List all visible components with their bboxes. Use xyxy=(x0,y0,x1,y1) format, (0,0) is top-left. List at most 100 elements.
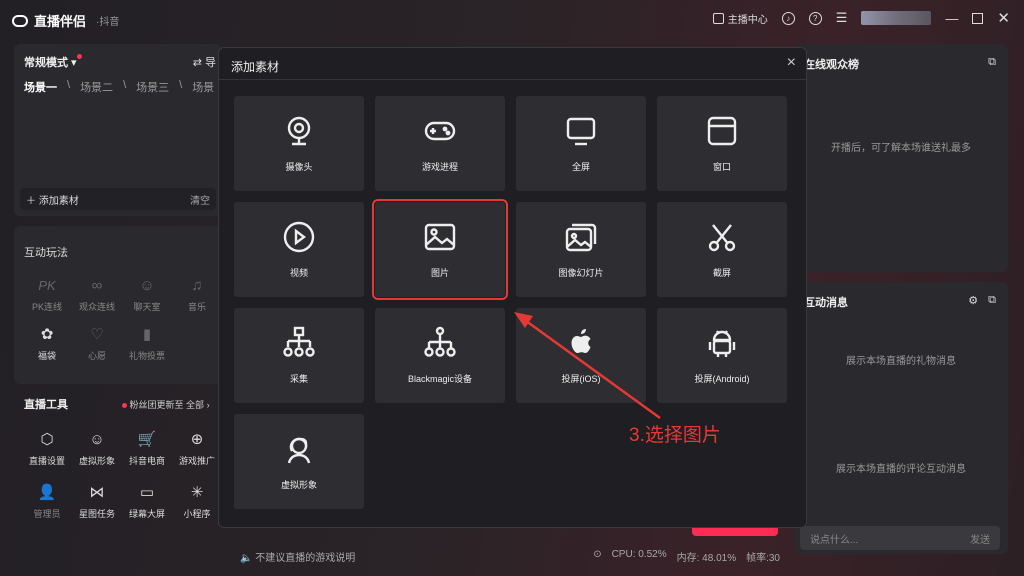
annotation-text: 3.选择图片 xyxy=(629,425,721,446)
close-window-icon[interactable]: ✕ xyxy=(997,9,1010,27)
interact-title: 互动玩法 xyxy=(24,247,68,259)
live-settings-item[interactable]: ⬡ 直播设置 xyxy=(22,428,72,467)
ecommerce-item[interactable]: 🛒 抖音电商 xyxy=(122,428,172,467)
music-icon: ♫ xyxy=(191,276,203,294)
minimize-icon[interactable]: — xyxy=(945,11,958,26)
mini-program-label: 小程序 xyxy=(183,509,211,519)
admin-item[interactable]: 👤 管理员 xyxy=(22,481,72,520)
music-item[interactable]: ♫ 音乐 xyxy=(172,274,222,313)
green-screen-item[interactable]: ▭ 绿幕大屏 xyxy=(122,481,172,520)
image-icon xyxy=(424,223,456,251)
window-icon xyxy=(707,116,737,146)
tile-android-cast[interactable]: 投屏(Android) xyxy=(657,308,787,403)
fans-update-label: 粉丝团更新至 xyxy=(129,400,184,410)
tile-blackmagic[interactable]: Blackmagic设备 xyxy=(375,308,505,403)
tile-label: 图像幻灯片 xyxy=(558,268,604,278)
game-promo-item[interactable]: ⊕ 游戏推广 xyxy=(172,428,222,467)
tab-scene-4[interactable]: 场景 xyxy=(192,79,214,95)
chat-input[interactable]: 说点什么... 发送 xyxy=(800,526,1000,550)
tile-window[interactable]: 窗口 xyxy=(657,96,787,191)
anchor-center-label: 主播中心 xyxy=(727,14,768,26)
green-screen-label: 绿幕大屏 xyxy=(128,509,165,519)
zoom-icon[interactable]: ⊙ xyxy=(593,549,601,564)
status-bar: 🔈 不建议直播的游戏说明 ⊙ CPU: 0.52% 内存: 48.01% 帧率:… xyxy=(240,548,780,564)
tab-scene-3[interactable]: 场景三 xyxy=(136,79,169,95)
mini-program-icon: ✳ xyxy=(190,484,204,501)
tile-camera[interactable]: 摄像头 xyxy=(234,96,364,191)
audience-title: 在线观众榜 xyxy=(804,59,859,71)
audience-link-item[interactable]: ∞ 观众连线 xyxy=(72,274,122,313)
mini-program-item[interactable]: ✳ 小程序 xyxy=(172,481,222,520)
add-material-label: 添加素材 xyxy=(38,195,79,207)
gift-vote-icon: ▮ xyxy=(142,326,152,343)
scissors-icon xyxy=(708,224,736,252)
mode-selector[interactable]: 常规模式 ▾ xyxy=(24,54,82,70)
tile-label: 视频 xyxy=(289,268,308,278)
lucky-bag-icon: ✿ xyxy=(40,326,54,343)
camera-icon xyxy=(287,116,311,146)
screen-icon: ▭ xyxy=(139,484,155,501)
add-material-button[interactable]: ＋ 添加素材 xyxy=(26,192,79,207)
settings-icon[interactable]: ⚙ xyxy=(968,294,978,307)
scene-tabs: 场景一 \ 场景二 \ 场景三 \ 场景 xyxy=(24,79,215,95)
tab-scene-1[interactable]: 场景一 xyxy=(24,79,57,95)
tile-slideshow[interactable]: 图像幻灯片 xyxy=(516,202,646,297)
guide-button[interactable]: ⇄ 导 xyxy=(193,54,216,70)
wish-label: 心愿 xyxy=(87,351,106,361)
tile-image[interactable]: 图片 xyxy=(372,199,508,300)
game-tip[interactable]: 🔈 不建议直播的游戏说明 xyxy=(240,549,355,564)
link-icon: ∞ xyxy=(91,276,103,294)
lucky-bag-item[interactable]: ✿ 福袋 xyxy=(22,323,72,362)
tile-screenshot[interactable]: 截屏 xyxy=(657,202,787,297)
tile-video[interactable]: 视频 xyxy=(234,202,364,297)
anchor-center-button[interactable]: 主播中心 xyxy=(712,11,768,26)
popout-icon[interactable]: ⧉ xyxy=(988,56,996,69)
tile-label: 全屏 xyxy=(571,162,590,172)
tile-fullscreen[interactable]: 全屏 xyxy=(516,96,646,191)
messages-title: 互动消息 xyxy=(804,297,848,309)
wish-item[interactable]: ♡ 心愿 xyxy=(72,323,122,362)
admin-icon: 👤 xyxy=(37,484,57,501)
pk-item[interactable]: PK PK连线 xyxy=(22,274,72,313)
tile-label: 窗口 xyxy=(712,162,731,172)
settings-hex-icon: ⬡ xyxy=(40,431,54,448)
logo-icon xyxy=(12,14,28,27)
tile-label: 采集 xyxy=(289,374,308,384)
tab-scene-2[interactable]: 场景二 xyxy=(80,79,113,95)
popout-icon[interactable]: ⧉ xyxy=(988,294,996,307)
star-task-label: 星图任务 xyxy=(78,509,115,519)
anchor-center-icon xyxy=(712,12,724,24)
tile-ios-cast[interactable]: 投屏(iOS) xyxy=(516,308,646,403)
tile-label: Blackmagic设备 xyxy=(407,374,472,384)
send-button[interactable]: 发送 xyxy=(970,531,990,546)
chatroom-item[interactable]: ☺ 聊天室 xyxy=(122,274,172,313)
user-avatar[interactable] xyxy=(861,11,932,25)
live-settings-label: 直播设置 xyxy=(28,456,65,466)
help-icon[interactable]: ? xyxy=(808,11,822,25)
add-material-bar: ＋ 添加素材 清空 xyxy=(20,188,216,210)
app-title: 直播伴侣 xyxy=(34,14,87,29)
star-task-item[interactable]: ⋈ 星图任务 xyxy=(72,481,122,520)
tile-label: 图片 xyxy=(430,268,449,278)
audience-note: 开播后，可了解本场谁送礼最多 xyxy=(831,143,971,154)
clear-button[interactable]: 清空 xyxy=(190,192,210,207)
apple-icon xyxy=(571,329,591,353)
tile-virtual-avatar[interactable]: 虚拟形象 xyxy=(234,414,364,509)
gift-vote-item[interactable]: ▮ 礼物投票 xyxy=(122,323,172,362)
audience-link-label: 观众连线 xyxy=(78,302,115,312)
virtual-avatar-item[interactable]: ☺ 虚拟形象 xyxy=(72,428,122,467)
maximize-icon[interactable] xyxy=(972,12,984,24)
close-icon[interactable]: × xyxy=(787,54,796,72)
start-live-button[interactable] xyxy=(692,528,778,536)
android-icon xyxy=(708,330,736,357)
fans-update-notice[interactable]: 粉丝团更新至 全部 › xyxy=(122,398,210,411)
play-icon xyxy=(283,221,315,253)
gamepad-icon xyxy=(424,121,456,141)
mode-label: 常规模式 xyxy=(24,57,68,69)
headset-icon[interactable]: ♪ xyxy=(781,11,795,25)
menu-icon[interactable]: ☰ xyxy=(836,10,848,26)
tile-game-process[interactable]: 游戏进程 xyxy=(375,96,505,191)
tools-grid: ⬡ 直播设置 ☺ 虚拟形象 🛒 抖音电商 ⊕ 游戏推广 👤 管理员 ⋈ 星图任务 ▭ 绿幕大屏… xyxy=(22,428,222,520)
all-link[interactable]: 全部 xyxy=(186,400,204,410)
tile-capture[interactable]: 采集 xyxy=(234,308,364,403)
